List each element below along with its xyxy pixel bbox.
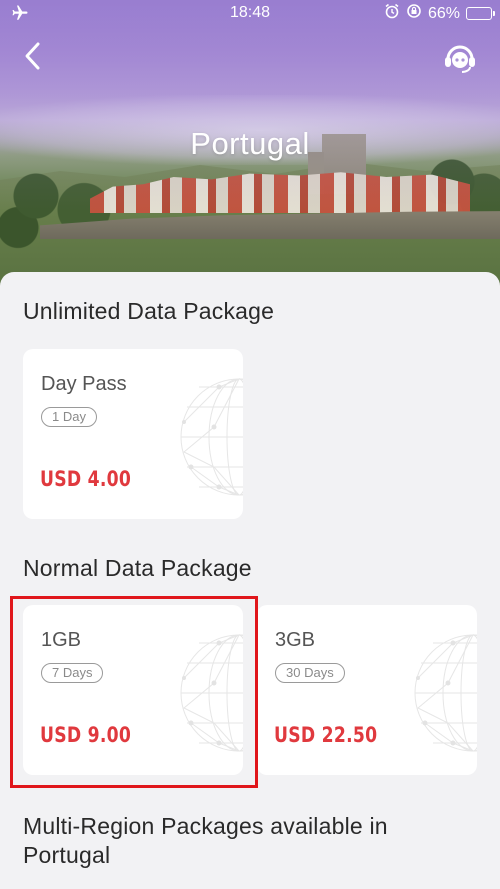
plan-price: USD 22.50 (274, 723, 378, 747)
globe-watermark-icon (414, 634, 477, 752)
package-card-3gb[interactable]: 3GB 30 Days USD 22.50 (257, 605, 477, 775)
duration-badge: 7 Days (41, 663, 104, 683)
battery-icon (466, 7, 495, 20)
globe-watermark-icon (180, 634, 243, 752)
duration-badge: 1 Day (41, 407, 97, 427)
plan-name: 1GB (41, 629, 82, 651)
duration-badge: 30 Days (275, 663, 345, 683)
plan-name: Day Pass (41, 373, 127, 395)
plan-name: 3GB (275, 629, 316, 651)
section-title-unlimited: Unlimited Data Package (23, 298, 275, 324)
package-list: Unlimited Data Package Day Pass 1 Day US… (0, 272, 500, 889)
battery-percent: 66% (427, 4, 460, 22)
plan-price: USD 4.00 (40, 467, 132, 491)
rotation-lock-icon (406, 3, 422, 24)
plan-price: USD 9.00 (40, 723, 132, 747)
page-title: Portugal (190, 126, 310, 161)
chevron-left-icon (23, 41, 41, 76)
section-title-normal: Normal Data Package (23, 555, 252, 581)
package-card-day-pass[interactable]: Day Pass 1 Day USD 4.00 (23, 349, 243, 519)
globe-watermark-icon (180, 378, 243, 496)
section-title-multi-region: Multi-Region Packages available in Portu… (23, 813, 388, 868)
customer-service-icon (440, 45, 480, 82)
alarm-icon (384, 3, 400, 24)
customer-service-button[interactable] (440, 38, 480, 78)
status-bar: 18:48 66% (0, 0, 500, 28)
package-card-1gb[interactable]: 1GB 7 Days USD 9.00 (23, 605, 243, 775)
back-button[interactable] (14, 40, 50, 76)
